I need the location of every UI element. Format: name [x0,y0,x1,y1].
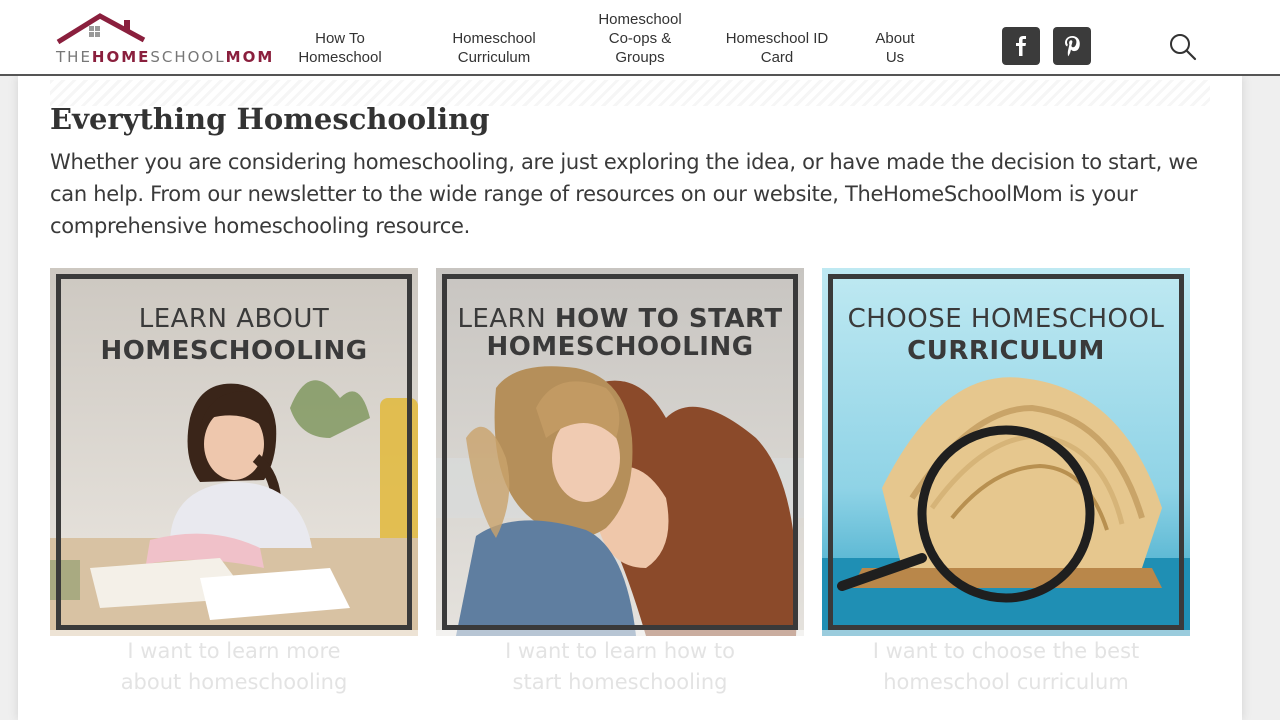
nav-homeschool-id-card[interactable]: Homeschool ID Card [720,29,834,67]
nav-label: Curriculum [457,49,531,66]
search-button[interactable] [1168,32,1198,62]
page-title: Everything Homeschooling [50,102,490,136]
logo-word-mom: MOM [225,48,275,66]
nav-label: How To [315,30,365,47]
nav-label: Homeschool [298,49,382,66]
nav-label: About [875,30,915,47]
nav-homeschool-coops-groups[interactable]: Homeschool Co-ops & Groups [588,10,692,67]
card-learn-how-to-start[interactable]: LEARN HOW TO START HOMESCHOOLING [436,268,804,636]
nav-label: Groups [615,49,665,66]
caption-line: I want to learn how to [505,639,735,663]
logo-word-home: HOME [91,48,151,66]
card-choose-curriculum[interactable]: CHOOSE HOMESCHOOL CURRICULUM [822,268,1190,636]
site-logo[interactable]: THEHOMESCHOOLMOM [56,12,272,68]
card-learn-about-homeschooling[interactable]: LEARN ABOUT HOMESCHOOLING [50,268,418,636]
caption-line: I want to choose the best [872,639,1140,663]
caption-line: about homeschooling [120,670,348,694]
card-frame [56,274,412,630]
nav-about-us[interactable]: About Us [866,29,924,67]
nav-homeschool-curriculum[interactable]: Homeschool Curriculum [440,29,548,67]
logo-wordmark: THEHOMESCHOOLMOM [56,48,274,66]
nav-label: Homeschool [452,30,536,47]
pinterest-button[interactable] [1053,27,1091,65]
nav-label: Homeschool [598,11,682,28]
card-frame [828,274,1184,630]
card-caption-choose-curriculum[interactable]: I want to choose the best homeschool cur… [822,636,1190,698]
card-caption-how-to-start[interactable]: I want to learn how to start homeschooli… [436,636,804,698]
main-content: Everything Homeschooling Whether you are… [18,76,1242,720]
card-frame [442,274,798,630]
nav-label: Us [885,49,905,66]
nav-label: Co-ops & [608,30,672,47]
logo-word-the: THE [56,48,92,66]
facebook-icon [1016,36,1026,56]
pinterest-icon [1065,36,1080,57]
house-roof-icon [56,13,146,45]
site-header: THEHOMESCHOOLMOM How To Homeschool Homes… [0,0,1280,76]
intro-paragraph: Whether you are considering homeschoolin… [50,150,1198,238]
search-icon [1170,34,1197,61]
caption-line: start homeschooling [512,670,728,694]
caption-line: homeschool curriculum [883,670,1129,694]
logo-word-school: SCHOOL [150,48,226,66]
card-caption-learn-about[interactable]: I want to learn more about homeschooling [50,636,418,698]
nav-label: Homeschool ID [725,30,829,47]
nav-how-to-homeschool[interactable]: How To Homeschool [290,29,390,67]
nav-label: Card [760,49,794,66]
facebook-button[interactable] [1002,27,1040,65]
caption-line: I want to learn more [127,639,341,663]
